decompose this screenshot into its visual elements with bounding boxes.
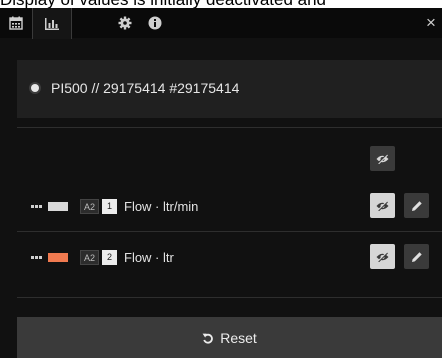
- tab-calendar[interactable]: [0, 8, 32, 38]
- tab-info[interactable]: [140, 8, 170, 38]
- eye-slash-icon: [376, 251, 389, 262]
- source-radio[interactable]: [31, 84, 39, 92]
- axis-badge: A2: [80, 199, 100, 214]
- calendar-icon: [9, 16, 23, 30]
- caption-strip: Display of values is initially deactivat…: [0, 0, 442, 8]
- caption-text: Display of values is initially deactivat…: [0, 0, 326, 8]
- undo-icon: [202, 333, 214, 344]
- chart-settings-panel: × PI500 // 29175414 #29175414 A2 1 Flow …: [0, 8, 442, 358]
- eye-slash-icon: [376, 200, 389, 211]
- source-label: PI500 // 29175414 #29175414: [51, 80, 240, 96]
- tab-chart[interactable]: [32, 8, 72, 39]
- pencil-icon: [411, 251, 422, 262]
- gear-icon: [118, 16, 132, 30]
- visibility-toggle-button[interactable]: [370, 193, 395, 218]
- series-row[interactable]: A2 1 Flow · ltr/min: [0, 188, 442, 224]
- eye-slash-icon: [376, 153, 389, 164]
- series-index: 2: [102, 250, 117, 265]
- series-index: 1: [102, 199, 117, 214]
- axis-badge: A2: [80, 250, 100, 265]
- divider: [17, 127, 442, 128]
- source-item[interactable]: PI500 // 29175414 #29175414: [17, 60, 442, 118]
- toolbar: ×: [0, 8, 442, 39]
- reset-label: Reset: [220, 329, 257, 346]
- tab-settings[interactable]: [110, 8, 140, 38]
- series-label: Flow · ltr: [124, 250, 174, 265]
- info-icon: [148, 16, 162, 30]
- series-row[interactable]: A2 2 Flow · ltr: [0, 239, 442, 275]
- pencil-icon: [411, 200, 422, 211]
- drag-handle-icon[interactable]: [31, 205, 42, 208]
- bar-chart-icon: [45, 17, 59, 30]
- visibility-toggle-button[interactable]: [370, 244, 395, 269]
- edit-series-button[interactable]: [404, 244, 429, 269]
- close-button[interactable]: ×: [426, 8, 442, 38]
- series-label: Flow · ltr/min: [124, 199, 199, 214]
- series-color-swatch[interactable]: [48, 202, 68, 211]
- divider: [17, 297, 442, 298]
- close-icon: ×: [426, 13, 436, 32]
- divider: [17, 231, 442, 232]
- edit-series-button[interactable]: [404, 193, 429, 218]
- drag-handle-icon[interactable]: [31, 256, 42, 259]
- reset-button[interactable]: Reset: [17, 317, 442, 358]
- toggle-all-visibility-button[interactable]: [370, 146, 395, 171]
- series-color-swatch[interactable]: [48, 253, 68, 262]
